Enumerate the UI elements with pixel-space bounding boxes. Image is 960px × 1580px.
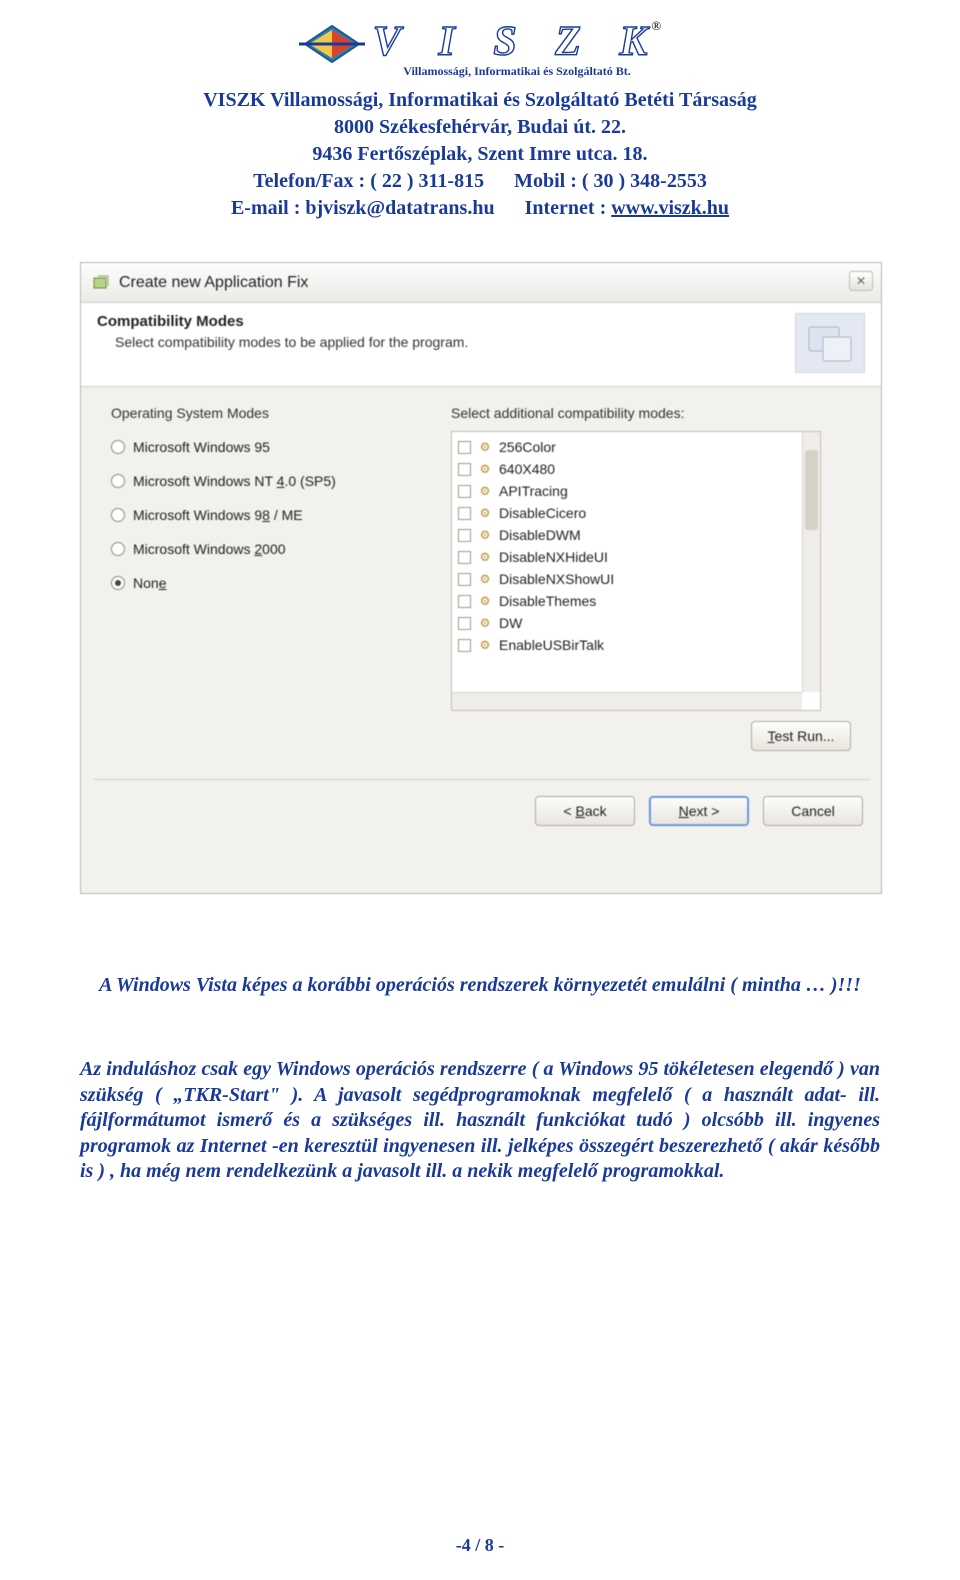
dialog-header-panel: Compatibility Modes Select compatibility…: [81, 303, 881, 387]
internet-label: Internet :: [525, 197, 612, 219]
radio-none[interactable]: None: [111, 575, 451, 591]
dialog-titlebar: Create new Application Fix ✕: [81, 263, 881, 303]
checkbox-icon: [458, 617, 471, 630]
app-fix-icon: [91, 273, 111, 293]
gear-icon: ⚙: [477, 483, 493, 499]
list-item-label: DW: [499, 615, 522, 631]
list-item-label: DisableThemes: [499, 593, 596, 609]
gear-icon: ⚙: [477, 549, 493, 565]
registered-mark: ®: [651, 18, 661, 34]
radio-icon: [111, 542, 125, 556]
radio-icon: [111, 440, 125, 454]
additional-modes-panel: Select additional compatibility modes: ⚙…: [451, 405, 851, 711]
radio-label: Microsoft Windows 95: [133, 439, 270, 455]
list-item-label: 256Color: [499, 439, 556, 455]
brand-subtitle: Villamossági, Informatikai és Szolgáltat…: [373, 64, 662, 79]
checkbox-icon: [458, 463, 471, 476]
dialog-window: Create new Application Fix ✕ Compatibili…: [80, 262, 882, 894]
address-line-1: 8000 Székesfehérvár, Budai út. 22.: [80, 114, 880, 141]
dialog-body: Operating System Modes Microsoft Windows…: [81, 387, 881, 711]
list-item[interactable]: ⚙ DisableDWM: [454, 524, 818, 546]
radio-win95[interactable]: Microsoft Windows 95: [111, 439, 451, 455]
os-modes-panel: Operating System Modes Microsoft Windows…: [111, 405, 451, 711]
gear-icon: ⚙: [477, 505, 493, 521]
mobile-label: Mobil : ( 30 ) 348-2553: [514, 170, 707, 192]
document-body: A Windows Vista képes a korábbi operáció…: [80, 974, 880, 1185]
next-button[interactable]: Next >: [649, 796, 749, 826]
list-item[interactable]: ⚙ DW: [454, 612, 818, 634]
list-item[interactable]: ⚙ DisableNXShowUI: [454, 568, 818, 590]
list-item-label: DisableNXHideUI: [499, 549, 608, 565]
additional-modes-label: Select additional compatibility modes:: [451, 405, 851, 421]
radio-icon: [111, 508, 125, 522]
dialog-section-title: Compatibility Modes: [97, 313, 795, 330]
wizard-button-row: < Back Next > Cancel: [81, 780, 881, 826]
list-item[interactable]: ⚙ EnableUSBirTalk: [454, 634, 818, 656]
emulation-note: A Windows Vista képes a korábbi operáció…: [80, 974, 880, 997]
checkbox-icon: [458, 551, 471, 564]
list-item[interactable]: ⚙ DisableCicero: [454, 502, 818, 524]
list-item[interactable]: ⚙ 256Color: [454, 436, 818, 458]
email-label: E-mail : bjviszk@datatrans.hu: [231, 197, 495, 219]
radio-label: None: [133, 575, 166, 591]
dialog-section-subtitle: Select compatibility modes to be applied…: [115, 334, 795, 350]
gear-icon: ⚙: [477, 527, 493, 543]
list-item[interactable]: ⚙ DisableThemes: [454, 590, 818, 612]
address-line-2: 9436 Fertőszéplak, Szent Imre utca. 18.: [80, 141, 880, 168]
brand-name: V I S Z K: [373, 18, 662, 66]
page-number: -4 / 8 -: [0, 1535, 960, 1556]
list-item-label: DisableCicero: [499, 505, 586, 521]
brand-block: V I S Z K ® Villamossági, Informatikai é…: [373, 18, 662, 79]
gear-icon: ⚙: [477, 615, 493, 631]
os-modes-label: Operating System Modes: [111, 405, 451, 421]
list-item-label: DisableNXShowUI: [499, 571, 614, 587]
gear-icon: ⚙: [477, 571, 493, 587]
radio-icon: [111, 474, 125, 488]
company-full-name: VISZK Villamossági, Informatikai és Szol…: [80, 87, 880, 114]
additional-modes-listbox[interactable]: ⚙ 256Color ⚙ 640X480 ⚙ APITracing ⚙ DisableC…: [451, 431, 821, 711]
checkbox-icon: [458, 639, 471, 652]
company-logo-icon: [299, 18, 365, 70]
gear-icon: ⚙: [477, 439, 493, 455]
radio-win98me[interactable]: Microsoft Windows 98 / ME: [111, 507, 451, 523]
gear-icon: ⚙: [477, 637, 493, 653]
checkbox-icon: [458, 595, 471, 608]
radio-label: Microsoft Windows NT 4.0 (SP5): [133, 473, 336, 489]
gear-icon: ⚙: [477, 461, 493, 477]
list-item-label: APITracing: [499, 483, 568, 499]
checkbox-icon: [458, 507, 471, 520]
header-logo-row: V I S Z K ® Villamossági, Informatikai é…: [80, 18, 880, 79]
back-button[interactable]: < Back: [535, 796, 635, 826]
checkbox-icon: [458, 485, 471, 498]
checkbox-icon: [458, 573, 471, 586]
header-address-block: VISZK Villamossági, Informatikai és Szol…: [80, 87, 880, 222]
wizard-banner-icon: [795, 313, 865, 373]
close-button[interactable]: ✕: [849, 271, 873, 291]
horizontal-scrollbar[interactable]: [452, 692, 802, 710]
vertical-scrollbar[interactable]: [802, 432, 820, 692]
list-item[interactable]: ⚙ 640X480: [454, 458, 818, 480]
phone-label: Telefon/Fax : ( 22 ) 311-815: [253, 170, 484, 192]
gear-icon: ⚙: [477, 593, 493, 609]
radio-winnt4[interactable]: Microsoft Windows NT 4.0 (SP5): [111, 473, 451, 489]
startup-paragraph: Az induláshoz csak egy Windows operációs…: [80, 1057, 880, 1185]
checkbox-icon: [458, 529, 471, 542]
radio-icon: [111, 576, 125, 590]
dialog-title: Create new Application Fix: [119, 274, 308, 292]
test-run-button[interactable]: Test Run...: [751, 721, 851, 751]
radio-label: Microsoft Windows 98 / ME: [133, 507, 303, 523]
list-item-label: DisableDWM: [499, 527, 581, 543]
radio-win2000[interactable]: Microsoft Windows 2000: [111, 541, 451, 557]
list-item[interactable]: ⚙ APITracing: [454, 480, 818, 502]
cancel-button[interactable]: Cancel: [763, 796, 863, 826]
list-item[interactable]: ⚙ DisableNXHideUI: [454, 546, 818, 568]
checkbox-icon: [458, 441, 471, 454]
list-item-label: 640X480: [499, 461, 555, 477]
radio-label: Microsoft Windows 2000: [133, 541, 286, 557]
list-item-label: EnableUSBirTalk: [499, 637, 604, 653]
internet-link[interactable]: www.viszk.hu: [611, 197, 729, 219]
close-icon: ✕: [856, 274, 866, 288]
